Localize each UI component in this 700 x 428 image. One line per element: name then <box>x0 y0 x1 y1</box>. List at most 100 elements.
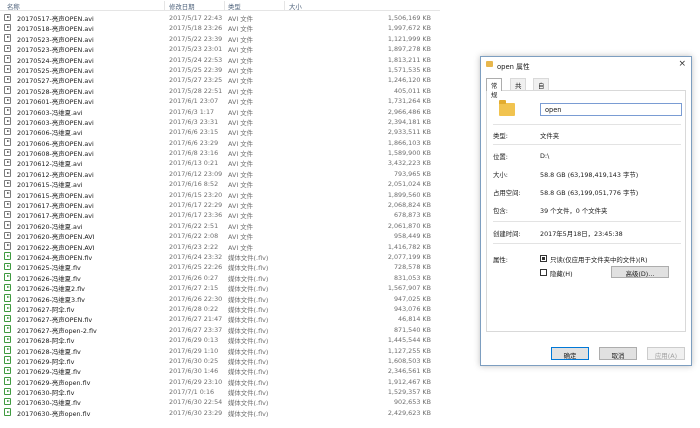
file-row[interactable]: 20170626-冯维夏.flv 2017/6/26 0:27 媒体文件(.flv)… <box>0 272 440 283</box>
advanced-button[interactable]: 高级(D)... <box>611 266 669 278</box>
file-row[interactable]: 20170629-亮声open.flv 2017/6/29 23:10 媒体文件(.… <box>0 376 440 387</box>
file-row[interactable]: 20170627-亮声open-2.flv 2017/6/27 23:37 媒体文件… <box>0 324 440 335</box>
avi-file-icon <box>4 75 11 84</box>
file-row[interactable]: 20170622-亮声OPEN.AVI 2017/6/23 2:22 AVI 文件 1… <box>0 241 440 252</box>
flv-file-icon <box>4 273 11 281</box>
file-row[interactable]: 20170615-亮声OPEN.avi 2017/6/15 23:20 AVI 文件… <box>0 189 440 200</box>
file-date: 2017/6/27 21:47 <box>169 315 223 324</box>
file-row[interactable]: 20170606-冯维夏.avi 2017/6/6 23:15 AVI 文件 2,93… <box>0 126 440 137</box>
column-header-date[interactable]: 修改日期 <box>169 2 195 11</box>
file-row[interactable]: 20170628-冯维夏.flv 2017/6/29 1:10 媒体文件(.flv)… <box>0 345 440 356</box>
column-divider[interactable] <box>284 1 285 10</box>
file-row[interactable]: 20170620-冯维夏.avi 2017/6/22 2:51 AVI 文件 2,06… <box>0 220 440 231</box>
file-size: 1,506,169 KB <box>387 14 431 22</box>
file-row[interactable]: 20170518-亮声OPEN.avi 2017/5/18 23:26 AVI 文件… <box>0 22 440 33</box>
column-divider[interactable] <box>164 1 165 10</box>
file-row[interactable]: 20170627-阿伞.flv 2017/6/28 0:22 媒体文件(.flv) 9… <box>0 303 440 314</box>
file-row[interactable]: 20170625-冯维夏.flv 2017/6/25 22:26 媒体文件(.flv… <box>0 261 440 272</box>
file-size: 678,873 KB <box>393 211 431 220</box>
file-size: 2,051,024 KB <box>387 180 431 189</box>
file-row[interactable]: 20170620-亮声OPEN.AVI 2017/6/22 2:08 AVI 文件 9… <box>0 230 440 241</box>
file-row[interactable]: 20170603-冯维夏.avi 2017/6/3 1:17 AVI 文件 2,966… <box>0 106 440 117</box>
file-date: 2017/6/30 1:46 <box>169 367 219 376</box>
hidden-checkbox-label[interactable]: 隐藏(H) <box>550 269 573 278</box>
file-row[interactable]: 20170629-冯维夏.flv 2017/6/30 1:46 媒体文件(.flv)… <box>0 365 440 376</box>
file-row[interactable]: 20170612-冯维夏.avi 2017/6/13 0:21 AVI 文件 3,43… <box>0 157 440 168</box>
large-folder-icon <box>499 100 515 116</box>
file-date: 2017/6/24 23:32 <box>169 252 223 261</box>
file-row[interactable]: 20170630-阿伞.flv 2017/7/1 0:16 媒体文件(.flv) 1,… <box>0 386 440 397</box>
file-row[interactable]: 20170626-冯维夏2.flv 2017/6/27 2:15 媒体文件(.flv… <box>0 282 440 293</box>
file-date: 2017/6/16 8:52 <box>169 180 219 189</box>
file-row[interactable]: 20170628-阿伞.flv 2017/6/29 0:13 媒体文件(.flv) 1… <box>0 334 440 345</box>
file-date: 2017/5/24 22:53 <box>169 55 223 64</box>
file-row[interactable]: 20170528-亮声OPEN.avi 2017/5/28 22:51 AVI 文件… <box>0 85 440 96</box>
close-icon[interactable]: × <box>678 59 686 69</box>
column-header-name[interactable]: 名称 <box>7 2 20 11</box>
file-size: 1,608,503 KB <box>387 356 431 365</box>
file-row[interactable]: 20170601-亮声OPEN.avi 2017/6/1 23:07 AVI 文件 1… <box>0 95 440 106</box>
file-date: 2017/6/13 0:21 <box>169 159 219 168</box>
file-row[interactable]: 20170617-亮声OPEN.avi 2017/6/17 23:36 AVI 文件… <box>0 209 440 220</box>
file-date: 2017/6/28 0:22 <box>169 304 219 313</box>
file-size: 958,449 KB <box>393 232 431 241</box>
file-date: 2017/6/15 23:20 <box>169 190 223 199</box>
location-value: D:\ <box>540 152 550 160</box>
dialog-titlebar[interactable]: open 属性 × <box>481 57 691 72</box>
readonly-checkbox[interactable] <box>540 255 547 262</box>
file-row[interactable]: 20170615-冯维夏.avi 2017/6/16 8:52 AVI 文件 2,05… <box>0 178 440 189</box>
file-size: 1,416,782 KB <box>387 242 431 251</box>
file-row[interactable]: 20170523-亮声OPEN.avi 2017/5/22 23:39 AVI 文件… <box>0 33 440 44</box>
column-divider[interactable] <box>224 1 225 10</box>
file-row[interactable]: 20170626-冯维夏3.flv 2017/6/26 22:30 媒体文件(.fl… <box>0 293 440 304</box>
file-size: 1,445,544 KB <box>387 336 431 345</box>
file-row[interactable]: 20170517-亮声OPEN.avi 2017/5/17 22:43 AVI 文件… <box>0 12 440 23</box>
file-date: 2017/6/17 23:36 <box>169 211 223 220</box>
readonly-checkbox-label[interactable]: 只读(仅应用于文件夹中的文件)(R) <box>550 255 648 264</box>
file-row[interactable]: 20170527-亮声OPEN.avi 2017/5/27 23:25 AVI 文件… <box>0 74 440 85</box>
hidden-checkbox[interactable] <box>540 269 547 276</box>
file-row[interactable]: 20170629-阿伞.flv 2017/6/30 0:25 媒体文件(.flv) 1… <box>0 355 440 366</box>
file-row[interactable]: 20170606-亮声OPEN.avi 2017/6/6 23:29 AVI 文件 1… <box>0 137 440 148</box>
file-row[interactable]: 20170627-亮声OPEN.flv 2017/6/27 21:47 媒体文件(.… <box>0 313 440 324</box>
file-row[interactable]: 20170525-亮声OPEN.avi 2017/5/25 22:39 AVI 文件… <box>0 64 440 75</box>
file-date: 2017/6/1 23:07 <box>169 97 219 106</box>
file-date: 2017/6/6 23:15 <box>169 128 219 137</box>
column-header-type[interactable]: 类型 <box>228 2 241 11</box>
tab-general[interactable]: 常规 <box>486 78 503 99</box>
avi-file-icon <box>4 117 11 125</box>
file-date: 2017/6/23 2:22 <box>169 242 219 251</box>
file-row[interactable]: 20170630-亮声open.flv 2017/6/30 23:29 媒体文件(.… <box>0 407 440 418</box>
cancel-button[interactable]: 取消 <box>599 347 637 360</box>
folder-icon <box>486 61 493 67</box>
apply-button[interactable]: 应用(A) <box>647 347 685 360</box>
file-date: 2017/6/27 2:15 <box>169 284 219 293</box>
file-size: 1,121,999 KB <box>387 34 431 43</box>
file-row[interactable]: 20170624-亮声OPEN.flv 2017/6/24 23:32 媒体文件(.… <box>0 251 440 262</box>
file-date: 2017/5/28 22:51 <box>169 86 223 95</box>
file-date: 2017/5/23 23:01 <box>169 45 223 54</box>
divider <box>493 221 681 222</box>
file-row[interactable]: 20170608-亮声OPEN.avi 2017/6/8 23:16 AVI 文件 1… <box>0 147 440 158</box>
file-size: 2,429,623 KB <box>387 408 431 417</box>
file-row[interactable]: 20170630-冯维夏.flv 2017/6/30 22:54 媒体文件(.flv… <box>0 396 440 407</box>
file-date: 2017/5/22 23:39 <box>169 34 223 43</box>
file-row[interactable]: 20170523-亮声OPEN.avi 2017/5/23 23:01 AVI 文件… <box>0 43 440 54</box>
tab-sharing[interactable]: 共享 <box>510 78 527 99</box>
file-row[interactable]: 20170612-亮声OPEN.avi 2017/6/12 23:09 AVI 文件… <box>0 168 440 179</box>
ok-button[interactable]: 确定 <box>551 347 589 360</box>
file-size: 1,866,103 KB <box>387 138 431 147</box>
file-row[interactable]: 20170617-亮声OPEN.avi 2017/6/17 22:29 AVI 文件… <box>0 199 440 210</box>
column-header-size[interactable]: 大小 <box>289 2 302 11</box>
file-size: 2,394,181 KB <box>387 117 431 126</box>
file-size: 1,912,467 KB <box>387 377 431 386</box>
folder-name-input[interactable]: open <box>540 103 682 116</box>
tab-customize[interactable]: 自定义 <box>533 78 550 108</box>
file-date: 2017/6/8 23:16 <box>169 149 219 158</box>
general-tab-pane: open 类型: 文件夹 位置: D:\ 大小: 58.8 GB (63,198… <box>486 90 686 332</box>
file-row[interactable]: 20170524-亮声OPEN.avi 2017/5/24 22:53 AVI 文件… <box>0 54 440 65</box>
file-row[interactable]: 20170603-亮声OPEN.avi 2017/6/3 23:31 AVI 文件 2… <box>0 116 440 127</box>
file-size: 1,567,907 KB <box>387 284 431 293</box>
file-list-pane: 名称 修改日期 类型 大小 20170517-亮声OPEN.avi 2017/5/… <box>0 0 440 428</box>
avi-file-icon <box>4 242 11 250</box>
